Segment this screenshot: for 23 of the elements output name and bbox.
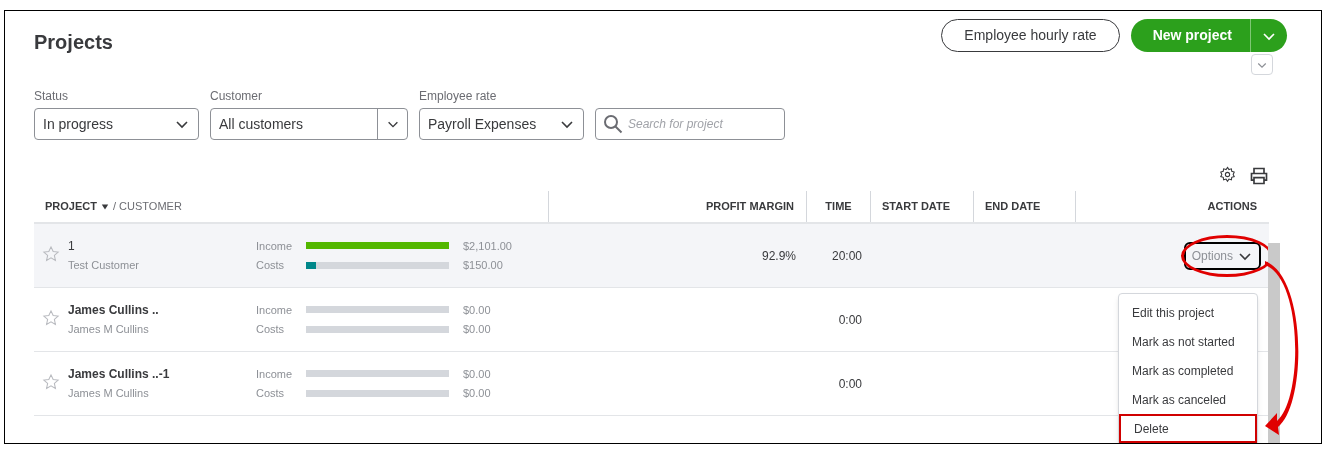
filter-label: Status — [34, 88, 70, 105]
profit-margin: 92.9% — [761, 247, 796, 265]
time-value: 0:00 — [838, 311, 862, 329]
page-title: Projects — [34, 30, 113, 55]
filter-label: Customer — [210, 88, 263, 105]
income-amount: $0.00 — [463, 366, 491, 382]
time-value: 0:00 — [838, 375, 862, 393]
costs-amount: $0.00 — [463, 322, 491, 337]
filter-label: Employee rate — [419, 88, 498, 105]
costs-label: Costs — [256, 258, 286, 273]
time-value: 20:00 — [831, 247, 862, 265]
income-label: Income — [256, 302, 294, 318]
costs-label: Costs — [256, 322, 286, 337]
income-label: Income — [256, 238, 294, 254]
customer-name: James M Cullins — [68, 386, 150, 402]
costs-amount: $150.00 — [463, 258, 504, 273]
customer-name: James M Cullins — [68, 322, 150, 338]
income-amount: $2,101.00 — [463, 238, 512, 254]
customer-name: Test Customer — [68, 258, 140, 274]
costs-label: Costs — [256, 386, 286, 401]
income-label: Income — [256, 366, 294, 382]
costs-amount: $0.00 — [463, 386, 491, 401]
income-amount: $0.00 — [463, 302, 491, 318]
